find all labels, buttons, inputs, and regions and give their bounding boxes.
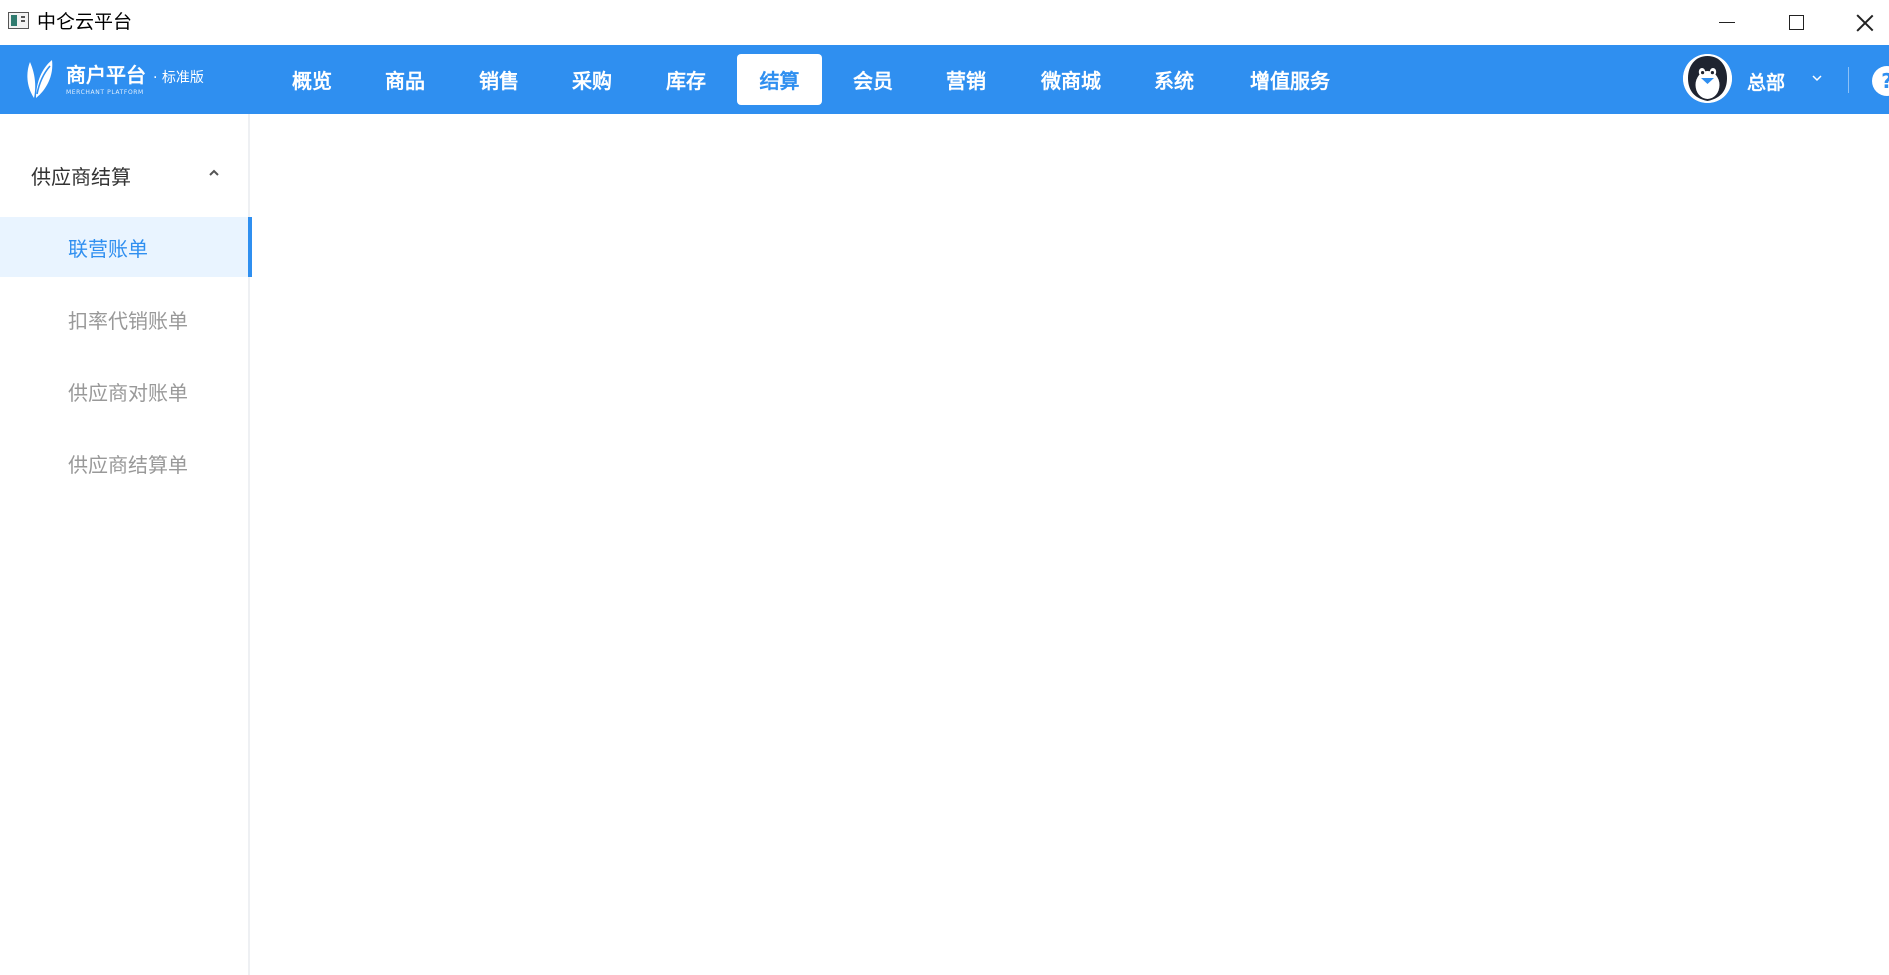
sidebar-item-consignment-rate-bill[interactable]: 扣率代销账单 [0,289,250,349]
nav-item-micro-mall[interactable]: 微商城 [1023,54,1119,105]
minimize-icon [1719,21,1735,24]
maximize-button[interactable] [1766,0,1826,45]
penguin-avatar-icon [1683,54,1732,103]
close-button[interactable] [1835,0,1889,45]
sidebar-item-joint-operation-bill[interactable]: 联营账单 [0,217,252,277]
help-icon[interactable]: ? [1872,66,1889,96]
window-titlebar: 中仑云平台 [0,0,1889,45]
top-navigation-bar: 商户平台 · 标准版 MERCHANT PLATFORM 概览 商品 销售 采购… [0,45,1889,114]
nav-item-system[interactable]: 系统 [1135,54,1213,105]
user-avatar[interactable] [1683,54,1732,103]
brand-logo[interactable]: 商户平台 · 标准版 MERCHANT PLATFORM [24,57,204,103]
sidebar-item-supplier-statement[interactable]: 供应商对账单 [0,361,250,421]
nav-item-overview[interactable]: 概览 [273,54,351,105]
main-content-area [252,114,1889,975]
maximize-icon [1788,15,1804,30]
window-title: 中仑云平台 [37,11,133,33]
close-icon [1856,14,1874,32]
leaf-logo-icon [27,60,53,98]
brand-subtitle: MERCHANT PLATFORM [66,88,144,96]
nav-item-settlement[interactable]: 结算 [737,54,822,105]
nav-item-products[interactable]: 商品 [366,54,444,105]
sidebar: 供应商结算 联营账单 扣率代销账单 供应商对账单 供应商结算单 [0,114,252,975]
chevron-down-icon[interactable] [1812,73,1822,83]
nav-divider [1848,67,1849,93]
sidebar-group-title[interactable]: 供应商结算 [31,161,131,190]
brand-edition: · 标准版 [152,69,204,86]
sidebar-item-supplier-settlement[interactable]: 供应商结算单 [0,433,250,493]
nav-item-sales[interactable]: 销售 [460,54,538,105]
minimize-button[interactable] [1697,0,1757,45]
nav-item-members[interactable]: 会员 [834,54,912,105]
nav-item-marketing[interactable]: 营销 [927,54,1005,105]
nav-item-purchase[interactable]: 采购 [553,54,631,105]
nav-item-value-added-services[interactable]: 增值服务 [1236,54,1344,105]
nav-item-inventory[interactable]: 库存 [647,54,725,105]
chevron-up-icon[interactable] [208,168,220,178]
brand-title-text: 商户平台 [66,62,146,87]
brand-title: 商户平台 · 标准版 [66,64,204,89]
app-window-icon [8,12,29,29]
user-name[interactable]: 总部 [1747,68,1785,95]
